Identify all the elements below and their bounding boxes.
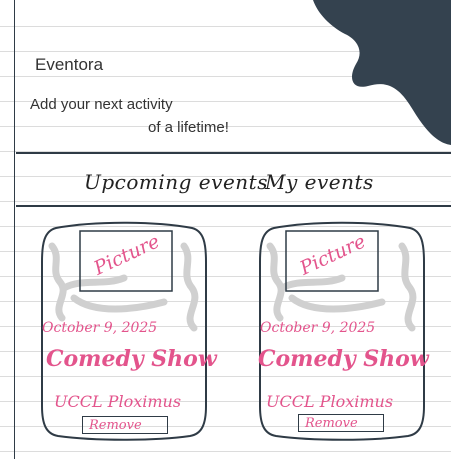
event-title: Comedy Show xyxy=(258,346,429,372)
event-card[interactable]: Picture October 9, 2025 Comedy Show UCCL… xyxy=(34,218,217,444)
event-card[interactable]: Picture October 9, 2025 Comedy Show UCCL… xyxy=(252,218,432,444)
event-date: October 9, 2025 xyxy=(42,320,158,336)
tab-my-events[interactable]: My events xyxy=(265,170,374,194)
tagline-line-2: of a lifetime! xyxy=(148,119,229,136)
tabs-divider xyxy=(16,205,451,207)
event-venue: UCCL Ploximus xyxy=(266,392,394,411)
tab-upcoming-events[interactable]: Upcoming events xyxy=(84,170,268,194)
app-title: Eventora xyxy=(35,55,104,74)
event-date: October 9, 2025 xyxy=(260,320,376,336)
remove-button[interactable]: Remove xyxy=(298,414,384,432)
header-divider xyxy=(16,152,451,154)
event-title: Comedy Show xyxy=(46,346,217,372)
event-venue: UCCL Ploximus xyxy=(54,392,182,411)
remove-button[interactable]: Remove xyxy=(82,416,168,434)
tagline-line-1: Add your next activity xyxy=(30,96,173,113)
